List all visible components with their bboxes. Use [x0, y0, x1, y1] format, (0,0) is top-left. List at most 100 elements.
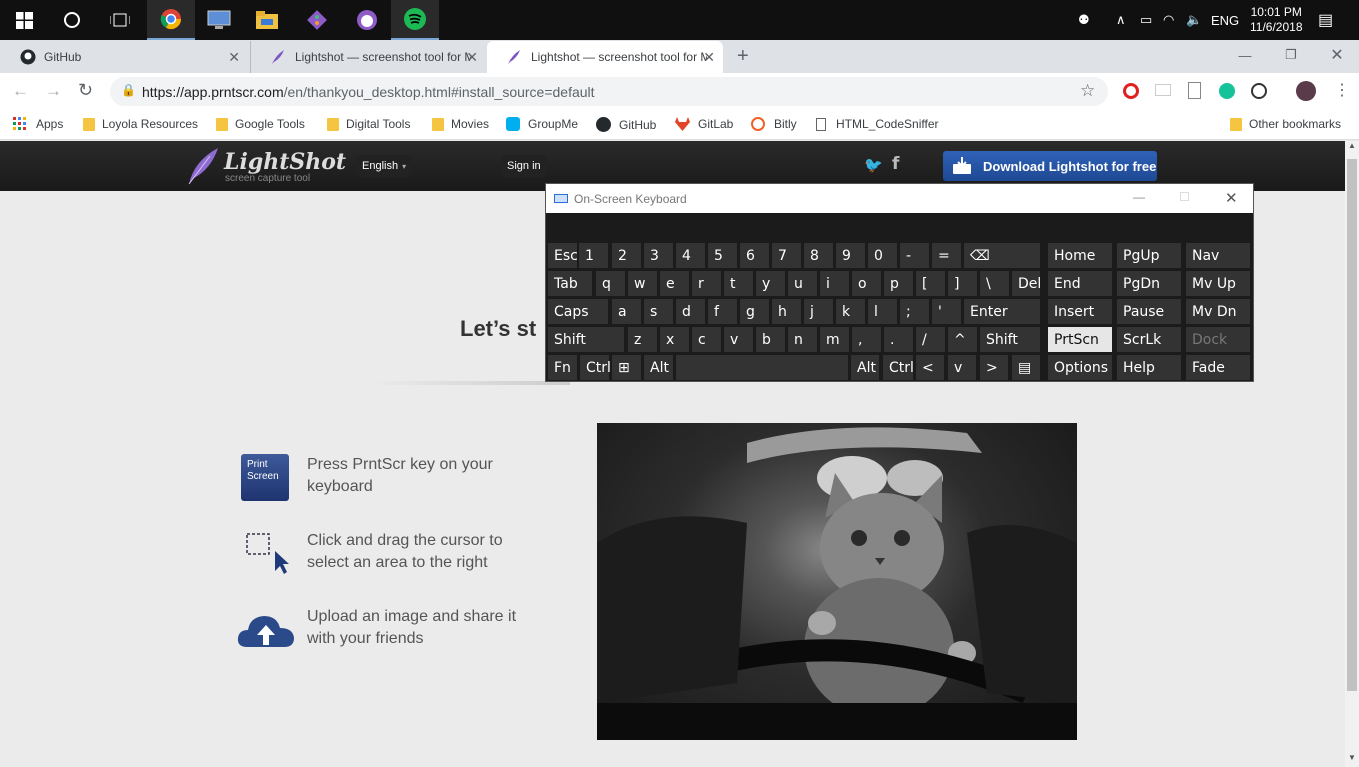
osk-key[interactable]: x — [660, 327, 689, 352]
osk-key-fade[interactable]: Fade — [1186, 355, 1250, 380]
osk-key[interactable]: s — [644, 299, 673, 324]
forward-button[interactable]: → — [45, 81, 62, 101]
osk-key[interactable]: l — [868, 299, 897, 324]
osk-key-nav[interactable]: Nav — [1186, 243, 1250, 268]
osk-key[interactable]: Ctrl — [883, 355, 914, 380]
osk-key[interactable]: g — [740, 299, 769, 324]
osk-key-pgdn[interactable]: PgDn — [1117, 271, 1181, 296]
osk-key[interactable]: 1 — [579, 243, 608, 268]
osk-key[interactable]: > — [980, 355, 1008, 380]
osk-key[interactable]: o — [852, 271, 881, 296]
osk-key[interactable]: Alt — [851, 355, 879, 380]
osk-key[interactable]: c — [692, 327, 721, 352]
new-tab-button[interactable]: + — [737, 45, 749, 68]
osk-key-insert[interactable]: Insert — [1048, 299, 1112, 324]
bookmark-google-tools[interactable]: Google Tools — [216, 117, 305, 131]
windows-start-icon[interactable] — [0, 0, 48, 40]
cast-extension-icon[interactable] — [1155, 84, 1171, 96]
osk-key[interactable]: v — [948, 355, 976, 380]
chrome-menu-icon[interactable]: ⋮ — [1334, 80, 1350, 100]
osk-key-pause[interactable]: Pause — [1117, 299, 1181, 324]
osk-key-mv-dn[interactable]: Mv Dn — [1186, 299, 1250, 324]
close-tab-icon[interactable]: ✕ — [228, 49, 240, 66]
bookmark-github[interactable]: GitHub — [596, 117, 656, 132]
osk-title-bar[interactable]: On-Screen Keyboard — ☐ ✕ — [546, 184, 1253, 213]
osk-key[interactable]: 7 — [772, 243, 801, 268]
osk-key[interactable]: Ctrl — [580, 355, 611, 380]
osk-key[interactable]: . — [884, 327, 913, 352]
bookmark-other[interactable]: Other bookmarks — [1230, 117, 1341, 131]
osk-key[interactable]: 9 — [836, 243, 865, 268]
osk-key[interactable]: ▤ — [1012, 355, 1040, 380]
wifi-icon[interactable]: ◠ — [1163, 0, 1174, 40]
back-button[interactable]: ← — [12, 81, 29, 101]
osk-key[interactable]: ' — [932, 299, 961, 324]
osk-key[interactable]: 3 — [644, 243, 673, 268]
osk-key[interactable]: h — [772, 299, 801, 324]
osk-key[interactable]: ^ — [948, 327, 977, 352]
page-scrollbar[interactable]: ▲ ▼ — [1345, 141, 1359, 767]
reload-button[interactable]: ↻ — [78, 80, 93, 101]
osk-key[interactable]: n — [788, 327, 817, 352]
tab-lightshot-1[interactable]: Lightshot — screenshot tool for M ✕ — [250, 41, 486, 73]
osk-key[interactable]: ⌫ — [964, 243, 1040, 268]
osk-key[interactable]: ; — [900, 299, 929, 324]
osk-key[interactable]: 2 — [612, 243, 641, 268]
osk-key[interactable]: u — [788, 271, 817, 296]
osk-key[interactable]: < — [916, 355, 944, 380]
twitter-icon[interactable]: 🐦 — [864, 156, 883, 174]
osk-key[interactable]: 5 — [708, 243, 737, 268]
download-button[interactable]: Download Lightshot for free — [943, 151, 1157, 181]
scroll-up-arrow-icon[interactable]: ▲ — [1348, 141, 1356, 150]
osk-key[interactable]: k — [836, 299, 865, 324]
scroll-down-arrow-icon[interactable]: ▼ — [1348, 753, 1356, 762]
osk-key[interactable]: a — [612, 299, 641, 324]
spotify-icon[interactable] — [391, 0, 439, 40]
osk-key[interactable]: b — [756, 327, 785, 352]
people-icon[interactable]: ⚉ — [1078, 0, 1090, 40]
chevron-up-icon[interactable]: ∧ — [1116, 0, 1126, 40]
file-explorer-icon[interactable] — [243, 0, 291, 40]
osk-key[interactable]: Esc — [548, 243, 578, 268]
osk-key[interactable]: j — [804, 299, 833, 324]
osk-key[interactable]: m — [820, 327, 849, 352]
github-desktop-icon[interactable] — [343, 0, 391, 40]
sign-in-button[interactable]: Sign in — [501, 155, 547, 177]
osk-key[interactable]: \ — [980, 271, 1009, 296]
osk-key-pgup[interactable]: PgUp — [1117, 243, 1181, 268]
osk-key[interactable]: y — [756, 271, 785, 296]
osk-key[interactable]: t — [724, 271, 753, 296]
osk-key[interactable]: Tab — [548, 271, 592, 296]
bookmark-bitly[interactable]: Bitly — [751, 117, 797, 131]
osk-key[interactable]: , — [852, 327, 881, 352]
bookmark-groupme[interactable]: GroupMe — [506, 117, 578, 131]
tab-github[interactable]: GitHub ✕ — [0, 41, 248, 73]
osk-key-mv-up[interactable]: Mv Up — [1186, 271, 1250, 296]
document-extension-icon[interactable] — [1188, 82, 1201, 99]
osk-key[interactable]: v — [724, 327, 753, 352]
block-extension-icon[interactable] — [1251, 83, 1267, 99]
osk-key[interactable]: 0 — [868, 243, 897, 268]
bookmark-apps[interactable]: Apps — [13, 117, 63, 131]
opera-extension-icon[interactable] — [1123, 83, 1139, 99]
osk-key[interactable]: w — [628, 271, 657, 296]
language-indicator[interactable]: ENG — [1211, 0, 1239, 40]
osk-key[interactable]: q — [596, 271, 625, 296]
osk-key-prtscn[interactable]: PrtScn — [1048, 327, 1112, 352]
bookmark-star-icon[interactable]: ☆ — [1080, 81, 1095, 101]
restore-button[interactable]: ❐ — [1268, 40, 1314, 70]
minimize-button[interactable]: — — [1222, 40, 1268, 70]
avatar[interactable] — [1296, 81, 1316, 101]
volume-icon[interactable]: 🔈 — [1186, 0, 1202, 40]
grammarly-icon[interactable] — [1219, 83, 1235, 99]
osk-key[interactable]: e — [660, 271, 689, 296]
bookmark-gitlab[interactable]: GitLab — [675, 117, 733, 131]
bookmark-html-codesniffer[interactable]: HTML_CodeSniffer — [816, 117, 939, 131]
close-tab-icon[interactable]: ✕ — [466, 49, 478, 66]
tab-lightshot-2[interactable]: Lightshot — screenshot tool for M ✕ — [487, 41, 723, 73]
osk-key[interactable]: - — [900, 243, 929, 268]
osk-key-end[interactable]: End — [1048, 271, 1112, 296]
osk-key[interactable]: Shift — [548, 327, 624, 352]
osk-key-options[interactable]: Options — [1048, 355, 1112, 380]
osk-key[interactable]: ⊞ — [612, 355, 641, 380]
